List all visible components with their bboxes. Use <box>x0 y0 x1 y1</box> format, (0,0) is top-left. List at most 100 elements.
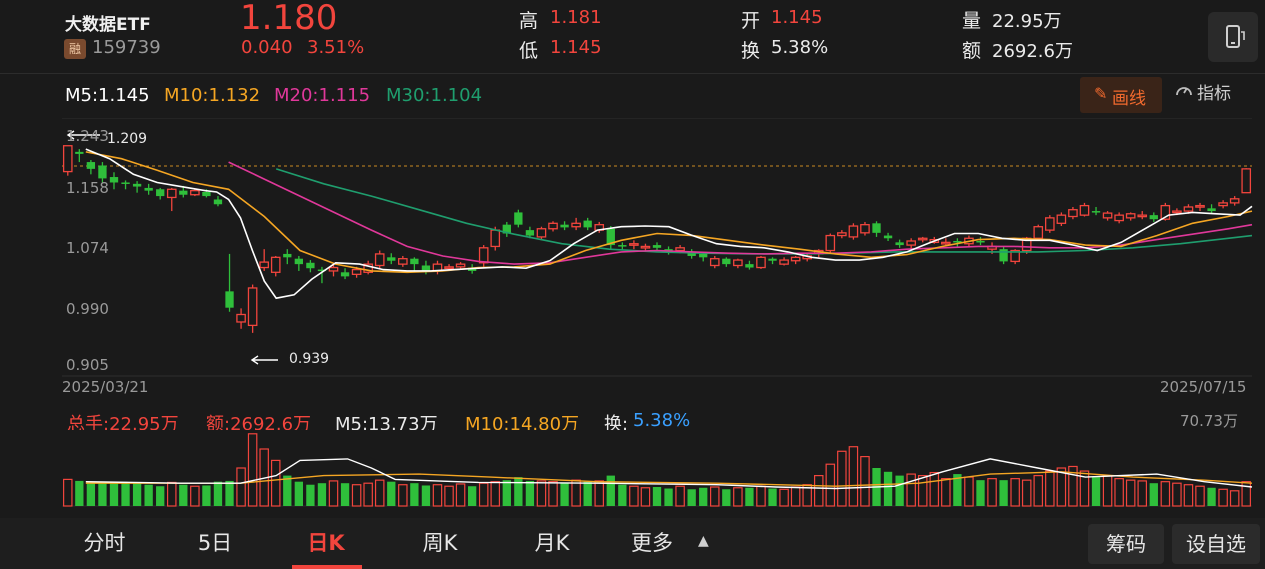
chips-button[interactable]: 筹码 <box>1088 524 1164 564</box>
current-price: 1.180 <box>240 0 338 38</box>
candle-body-up <box>1068 209 1078 218</box>
candle-body-down <box>225 291 234 308</box>
tab-5day[interactable]: 5日 <box>175 518 255 569</box>
candle-body-up <box>548 222 558 230</box>
low-label: 低 <box>519 40 539 62</box>
candle-body-up <box>1056 214 1067 224</box>
candle-body-up <box>1229 198 1240 204</box>
candle-body-up <box>709 258 720 267</box>
volume-turnover-value: 5.38% <box>633 410 691 431</box>
amount-label: 额 <box>962 40 982 62</box>
volume-bar-down <box>1207 487 1216 506</box>
candle-body-up <box>328 266 339 272</box>
volume-bar-down <box>699 487 708 506</box>
candle <box>825 233 836 254</box>
tab-intraday[interactable]: 分时 <box>62 518 147 569</box>
tab-more[interactable]: 更多 <box>620 518 684 569</box>
candle-body-down <box>410 258 419 265</box>
candle-body-down <box>525 230 535 236</box>
indicator-button[interactable]: 指标 <box>1172 78 1242 106</box>
tab-weekly-k[interactable]: 周K <box>400 518 480 569</box>
candle-body-down <box>86 162 96 169</box>
candle-body-up <box>629 243 639 246</box>
volume-bar-up <box>398 484 408 507</box>
volume-bar-down <box>502 480 511 506</box>
candle-body-up <box>398 258 408 265</box>
candle-body-down <box>306 262 315 269</box>
volume-bar-up <box>1010 478 1020 507</box>
volume-bar-up <box>190 485 200 507</box>
candle-body-down <box>213 199 223 205</box>
candle-body-down <box>976 241 985 243</box>
volume-bar-up <box>837 450 847 507</box>
candle-body-up <box>837 232 847 237</box>
gauge-icon <box>1176 87 1192 96</box>
candle-body-up <box>1114 214 1124 222</box>
candle-body-down <box>109 177 119 183</box>
tab-daily-k[interactable]: 日K <box>290 518 362 569</box>
candle-body-down <box>560 224 569 228</box>
volume-bar-up <box>1195 485 1205 507</box>
volume-bar-down <box>652 487 662 506</box>
volume-bar-up <box>1137 480 1148 507</box>
volume-bar-up <box>571 479 581 507</box>
candle <box>756 255 766 269</box>
candle-body-up <box>1045 217 1055 231</box>
turnover-value: 5.38% <box>771 37 829 58</box>
price-change-pct: 3.51% <box>307 37 365 58</box>
volume-bar-down <box>294 481 304 506</box>
volume-bar-up <box>548 481 558 507</box>
candle-body-up <box>1079 204 1090 216</box>
price-tick-0: 1.243 <box>66 127 109 145</box>
kline-chart[interactable] <box>0 118 1265 398</box>
draw-line-button[interactable]: ✎ 画线 <box>1080 77 1162 113</box>
open-value: 1.145 <box>771 7 823 28</box>
volume-bar-up <box>779 488 789 507</box>
volume-bar-down <box>306 484 315 506</box>
volume-bar-up <box>236 467 246 507</box>
candle-body-up <box>236 313 246 323</box>
candle-body-down <box>722 258 731 265</box>
tab-monthly-k[interactable]: 月K <box>512 518 592 569</box>
volume-bar-down <box>768 488 777 506</box>
volume-bar-up <box>1033 474 1044 507</box>
add-watchlist-button[interactable]: 设自选 <box>1172 524 1260 564</box>
volume-bar-down <box>514 477 523 506</box>
margin-badge: 融 <box>64 39 86 59</box>
candle <box>190 189 200 197</box>
candle <box>62 145 73 176</box>
volume-bar-down <box>86 481 96 506</box>
candle-body-up <box>941 241 951 245</box>
volume-bar-up <box>63 478 73 507</box>
candle <box>848 223 859 240</box>
volume-bar-down <box>745 487 754 506</box>
volume-bar-up <box>455 483 466 507</box>
volume-bar-down <box>606 475 615 506</box>
price-change: 0.040 <box>241 37 293 58</box>
turnover-label: 换 <box>741 40 761 62</box>
candle-body-up <box>1218 202 1228 207</box>
candle-body-down <box>745 264 754 268</box>
candle-body-up <box>848 225 859 238</box>
volume-bar-up <box>374 479 385 507</box>
volume-bar-up <box>594 480 604 507</box>
volume-bar-up <box>964 476 974 507</box>
candle-body-down <box>895 242 904 246</box>
candle-body-up <box>1241 168 1252 194</box>
candle-body-down <box>179 190 188 195</box>
landscape-toggle-button[interactable] <box>1208 12 1258 62</box>
volume-bar-up <box>1021 479 1032 507</box>
bottom-period-nav: 分时 5日 日K 周K 月K 更多 ▲ <box>0 518 1265 569</box>
candle-body-up <box>917 237 928 241</box>
candle-body-up <box>571 222 581 228</box>
candle-body-up <box>351 268 362 275</box>
candle-body-up <box>640 245 651 249</box>
candle-body-up <box>1033 226 1044 239</box>
volume-bar-up <box>363 482 373 507</box>
volume-chart[interactable] <box>0 430 1265 510</box>
volume-bar-down <box>213 481 223 506</box>
volume-bar-up <box>675 485 685 507</box>
caret-up-icon[interactable]: ▲ <box>698 533 709 549</box>
volume-bar-up <box>166 481 177 507</box>
volume-bar-down <box>560 483 569 506</box>
